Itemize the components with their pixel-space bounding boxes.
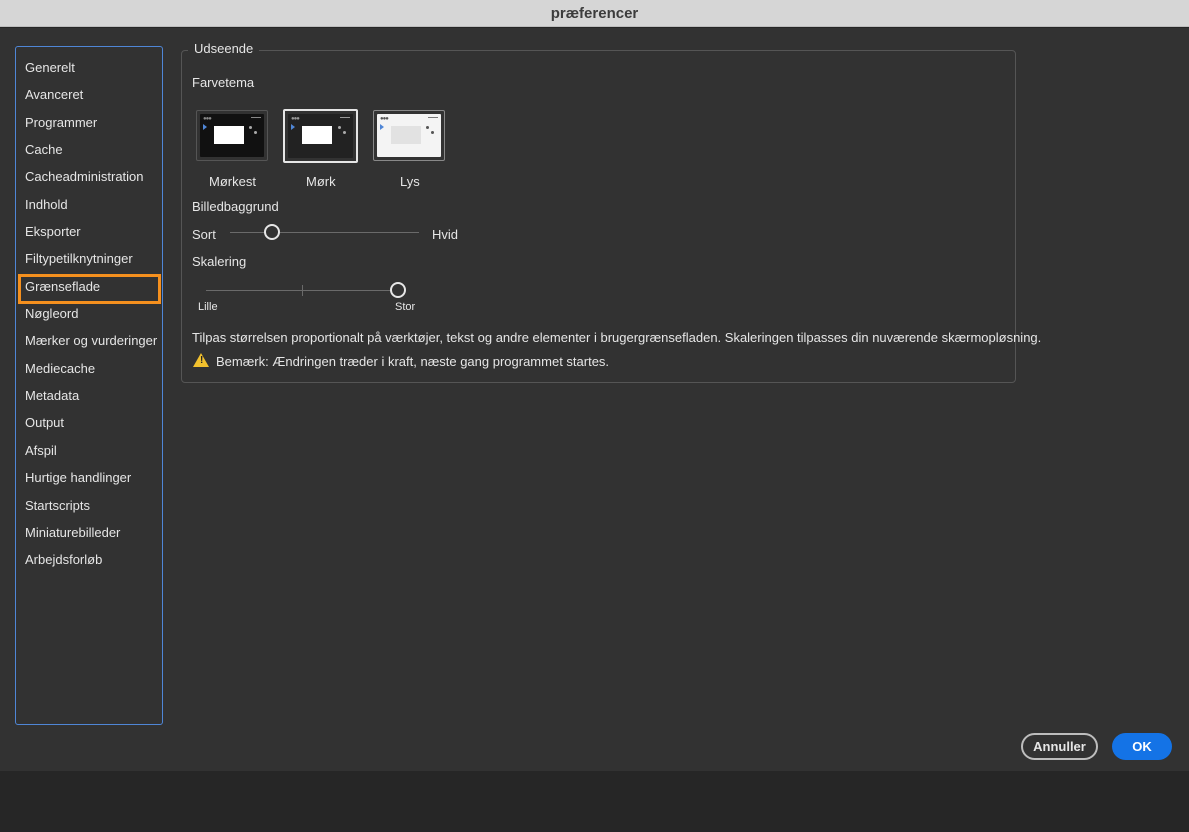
sidebar-item-generelt[interactable]: Generelt <box>16 54 162 81</box>
scaling-min-label: Lille <box>198 301 218 313</box>
scaling-max-label: Stor <box>395 301 416 313</box>
theme-light-label: Lys <box>400 174 420 189</box>
window-title: præferencer <box>550 4 639 22</box>
image-background-min-label: Sort <box>192 227 216 242</box>
sidebar-item-indhold[interactable]: Indhold <box>16 191 162 218</box>
sidebar-item-programmer[interactable]: Programmer <box>16 109 162 136</box>
color-theme-label: Farvetema <box>192 75 255 90</box>
sidebar-item-metadata[interactable]: Metadata <box>16 382 162 409</box>
sidebar-item-avanceret[interactable]: Avanceret <box>16 81 162 108</box>
image-background-slider-track[interactable] <box>230 232 419 233</box>
scaling-description: Tilpas størrelsen proportionalt på værkt… <box>192 330 1042 345</box>
sidebar-item-cacheadministration[interactable]: Cacheadministration <box>16 163 162 190</box>
scaling-slider-tick <box>302 285 303 296</box>
theme-dark-preview: ●●● <box>288 114 353 158</box>
title-bar: præferencer <box>0 0 1189 27</box>
theme-dark-label: Mørk <box>306 174 336 189</box>
sidebar-item-filtypetilknytninger[interactable]: Filtypetilknytninger <box>16 245 162 272</box>
cancel-button[interactable]: Annuller <box>1021 733 1098 760</box>
theme-darkest-label: Mørkest <box>209 174 256 189</box>
sidebar-item-miniaturebilleder[interactable]: Miniaturebilleder <box>16 519 162 546</box>
ok-button[interactable]: OK <box>1112 733 1172 760</box>
sidebar-item-maerker-og-vurderinger[interactable]: Mærker og vurderinger <box>16 327 162 354</box>
scaling-label: Skalering <box>192 254 247 269</box>
restart-note: Bemærk: Ændringen træder i kraft, næste … <box>216 354 610 369</box>
sidebar-item-arbejdsforloeb[interactable]: Arbejdsforløb <box>16 546 162 573</box>
sidebar-item-hurtige-handlinger[interactable]: Hurtige handlinger <box>16 464 162 491</box>
sidebar-item-graenseflade[interactable]: Grænseflade <box>16 273 162 304</box>
sidebar-item-output[interactable]: Output <box>16 409 162 436</box>
theme-light-preview: ●●● <box>377 114 441 157</box>
theme-dark-swatch[interactable]: ●●● <box>283 109 358 163</box>
image-background-slider-knob[interactable] <box>263 224 280 240</box>
sidebar-item-startscripts[interactable]: Startscripts <box>16 492 162 519</box>
preferences-window: Generelt Avanceret Programmer Cache Cach… <box>0 28 1189 771</box>
theme-darkest-swatch[interactable]: ●●● <box>196 110 268 161</box>
theme-light-swatch[interactable]: ●●● <box>373 110 445 161</box>
scaling-slider-knob[interactable] <box>390 282 406 298</box>
image-background-label: Billedbaggrund <box>192 199 279 214</box>
sidebar-item-noegleord[interactable]: Nøgleord <box>16 300 162 327</box>
sidebar-item-mediecache[interactable]: Mediecache <box>16 355 162 382</box>
sidebar: Generelt Avanceret Programmer Cache Cach… <box>15 46 163 725</box>
appearance-group-title: Udseende <box>188 41 260 56</box>
theme-darkest-preview: ●●● <box>200 114 264 157</box>
sidebar-item-afspil[interactable]: Afspil <box>16 437 162 464</box>
image-background-max-label: Hvid <box>432 227 459 242</box>
warning-icon: ! <box>193 353 209 367</box>
background-area <box>0 771 1189 832</box>
sidebar-item-eksporter[interactable]: Eksporter <box>16 218 162 245</box>
sidebar-item-cache[interactable]: Cache <box>16 136 162 163</box>
